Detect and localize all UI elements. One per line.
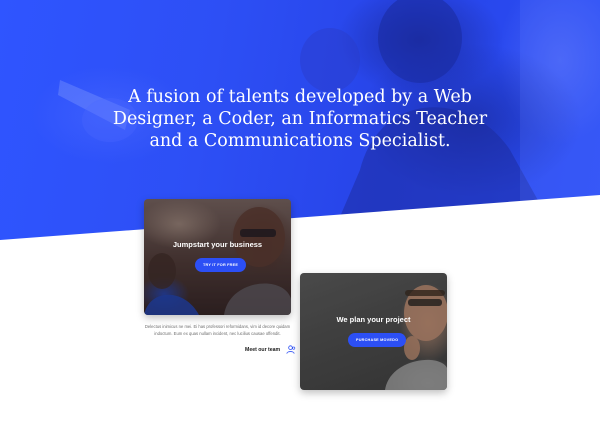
card-jumpstart-title: Jumpstart your business [172,240,263,249]
meet-our-team-link[interactable]: Meet our team [245,344,296,355]
card-jumpstart: Jumpstart your business TRY IT FOR FREE [144,199,291,315]
meet-our-team-label: Meet our team [245,346,281,353]
hero-title: A fusion of talents developed by a Web D… [112,87,488,151]
team-icon [286,345,296,354]
team-description: Delectus inimicus ne mei. Ei has profess… [144,324,291,336]
card-plan-project-overlay [300,273,447,390]
card-plan-project-button-wrap: PURCHASE MOVEDO [348,333,407,347]
card-plan-project: We plan your project PURCHASE MOVEDO [300,273,447,390]
card-jumpstart-overlay [144,199,291,315]
try-it-free-button[interactable]: TRY IT FOR FREE [195,258,247,272]
purchase-movedo-button[interactable]: PURCHASE MOVEDO [348,333,407,347]
card-jumpstart-button-wrap: TRY IT FOR FREE [195,258,247,272]
card-plan-project-title: We plan your project [336,315,411,324]
hero-section: A fusion of talents developed by a Web D… [0,0,600,240]
